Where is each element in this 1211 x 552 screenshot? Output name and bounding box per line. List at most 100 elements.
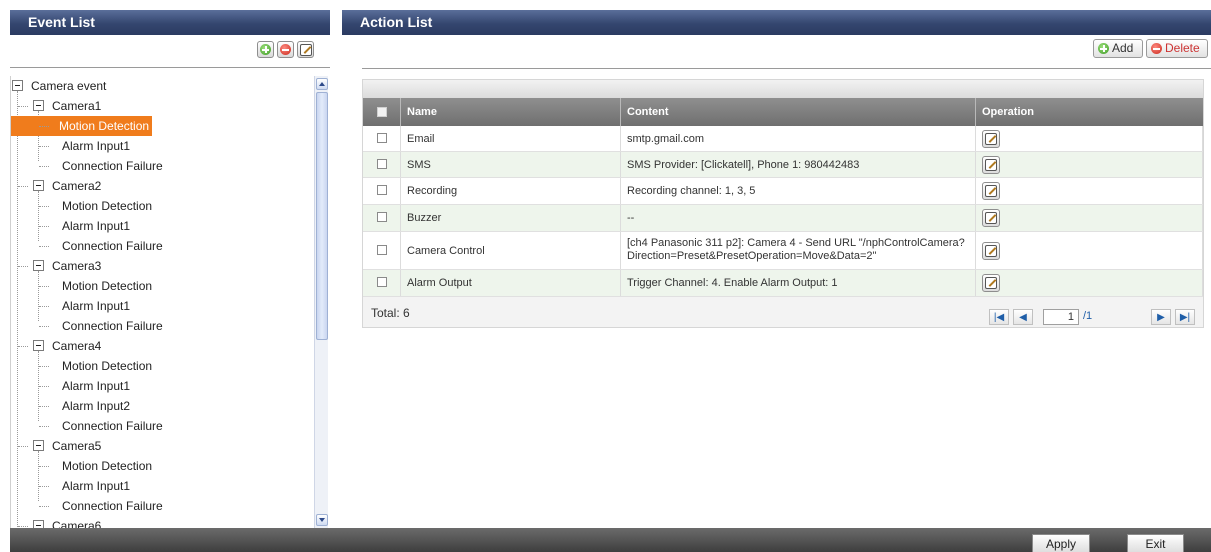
collapse-icon[interactable] (33, 100, 44, 111)
tree-connector (39, 326, 49, 327)
tree-item-label: Alarm Input1 (62, 299, 131, 313)
collapse-icon[interactable] (33, 180, 44, 191)
tree-connector (39, 206, 49, 207)
tree-item-camera3-connection-failure[interactable]: Connection Failure (11, 316, 166, 336)
page-number-input[interactable]: 1 (1043, 309, 1079, 325)
tree-camera6[interactable]: Camera6 (11, 516, 104, 528)
tree-item-camera2-alarm-input1[interactable]: Alarm Input1 (11, 216, 133, 236)
scroll-down-button[interactable] (316, 514, 328, 526)
total-value: 6 (403, 306, 410, 320)
tree-item-camera4-alarm-input1[interactable]: Alarm Input1 (11, 376, 133, 396)
tree-camera1[interactable]: Camera1 (11, 96, 104, 116)
tree-connector (39, 306, 49, 307)
table-row[interactable]: Email smtp.gmail.com (363, 126, 1203, 152)
header-checkbox-cell (363, 98, 401, 126)
collapse-icon[interactable] (33, 520, 44, 528)
tree-camera3[interactable]: Camera3 (11, 256, 104, 276)
edit-action-button[interactable] (982, 155, 1000, 174)
tree-item-label: Alarm Input2 (62, 399, 131, 413)
column-header-operation[interactable]: Operation (976, 98, 1203, 126)
add-label: Add (1112, 41, 1134, 55)
camera-label: Camera5 (52, 439, 102, 453)
edit-action-button[interactable] (982, 241, 1000, 260)
collapse-icon[interactable] (33, 340, 44, 351)
tree-camera2[interactable]: Camera2 (11, 176, 104, 196)
action-list-header: Action List (342, 10, 1211, 35)
table-top-bar (363, 80, 1203, 98)
row-checkbox[interactable] (377, 158, 387, 169)
row-checkbox[interactable] (377, 212, 387, 222)
table-row[interactable]: Buzzer -- (363, 205, 1203, 232)
add-event-button[interactable] (257, 41, 274, 58)
edit-icon (985, 158, 997, 171)
row-checkbox[interactable] (377, 244, 387, 255)
delete-event-button[interactable] (277, 41, 294, 58)
tree-connector (39, 286, 49, 287)
tree-item-camera5-motion-detection[interactable]: Motion Detection (11, 456, 155, 476)
tree-root[interactable]: Camera event (11, 76, 109, 96)
event-list-header: Event List (10, 10, 330, 35)
tree-scrollbar[interactable] (314, 76, 328, 528)
edit-action-button[interactable] (982, 182, 1000, 200)
tree-item-camera2-connection-failure[interactable]: Connection Failure (11, 236, 166, 256)
collapse-icon[interactable] (33, 260, 44, 271)
tree-item-camera1-connection-failure[interactable]: Connection Failure (11, 156, 166, 176)
table-row[interactable]: Camera Control [ch4 Panasonic 311 p2]: C… (363, 232, 1203, 270)
tree-root-label: Camera event (31, 79, 107, 93)
edit-action-button[interactable] (982, 209, 1000, 227)
add-action-button[interactable]: Add (1093, 39, 1143, 58)
first-page-button[interactable]: |◀ (989, 309, 1009, 325)
table-row[interactable]: Alarm Output Trigger Channel: 4. Enable … (363, 270, 1203, 297)
tree-camera4[interactable]: Camera4 (11, 336, 104, 356)
tree-item-camera4-motion-detection[interactable]: Motion Detection (11, 356, 155, 376)
row-name: Alarm Output (401, 270, 621, 296)
select-all-checkbox[interactable] (377, 107, 387, 117)
camera-label: Camera3 (52, 259, 102, 273)
tree-camera5[interactable]: Camera5 (11, 436, 104, 456)
column-header-content[interactable]: Content (621, 98, 976, 126)
tree-item-camera5-alarm-input1[interactable]: Alarm Input1 (11, 476, 133, 496)
row-checkbox[interactable] (377, 277, 387, 287)
event-list-title: Event List (28, 14, 95, 30)
edit-action-button[interactable] (982, 274, 1000, 292)
row-content: -- (621, 205, 976, 231)
row-checkbox[interactable] (377, 132, 387, 143)
row-checkbox-cell (363, 152, 401, 177)
tree-item-label: Motion Detection (62, 359, 153, 373)
collapse-icon[interactable] (33, 440, 44, 451)
edit-icon (985, 212, 997, 224)
last-page-button[interactable]: ▶| (1175, 309, 1195, 325)
edit-event-button[interactable] (297, 41, 314, 58)
column-header-name[interactable]: Name (401, 98, 621, 126)
tree-connector (18, 346, 28, 347)
tree-item-camera3-alarm-input1[interactable]: Alarm Input1 (11, 296, 133, 316)
tree-connector (39, 366, 49, 367)
edit-action-button[interactable] (982, 129, 1000, 148)
tree-item-camera4-alarm-input2[interactable]: Alarm Input2 (11, 396, 133, 416)
tree-item-label: Connection Failure (62, 499, 163, 513)
edit-icon (985, 277, 997, 289)
tree-item-label: Motion Detection (62, 279, 153, 293)
next-page-button[interactable]: ▶ (1151, 309, 1171, 325)
tree-item-camera3-motion-detection[interactable]: Motion Detection (11, 276, 155, 296)
table-row[interactable]: Recording Recording channel: 1, 3, 5 (363, 178, 1203, 205)
tree-item-label: Alarm Input1 (62, 379, 131, 393)
tree-item-camera1-alarm-input1[interactable]: Alarm Input1 (11, 136, 133, 156)
scrollbar-thumb[interactable] (316, 92, 328, 340)
tree-item-camera2-motion-detection[interactable]: Motion Detection (11, 196, 155, 216)
exit-button[interactable]: Exit (1127, 534, 1184, 552)
tree-item-camera4-connection-failure[interactable]: Connection Failure (11, 416, 166, 436)
tree-item-label: Connection Failure (62, 159, 163, 173)
row-name: Recording (401, 178, 621, 204)
row-checkbox[interactable] (377, 185, 387, 195)
row-operation (976, 270, 1203, 296)
apply-button[interactable]: Apply (1032, 534, 1090, 552)
tree-item-camera5-connection-failure[interactable]: Connection Failure (11, 496, 166, 516)
scroll-up-button[interactable] (316, 78, 328, 90)
tree-item-camera1-motion-detection[interactable]: Motion Detection (11, 116, 153, 136)
delete-action-button[interactable]: Delete (1146, 39, 1208, 58)
table-row[interactable]: SMS SMS Provider: [Clickatell], Phone 1:… (363, 152, 1203, 178)
prev-page-button[interactable]: ◀ (1013, 309, 1033, 325)
collapse-icon[interactable] (12, 80, 23, 91)
event-toolbar (10, 35, 330, 68)
